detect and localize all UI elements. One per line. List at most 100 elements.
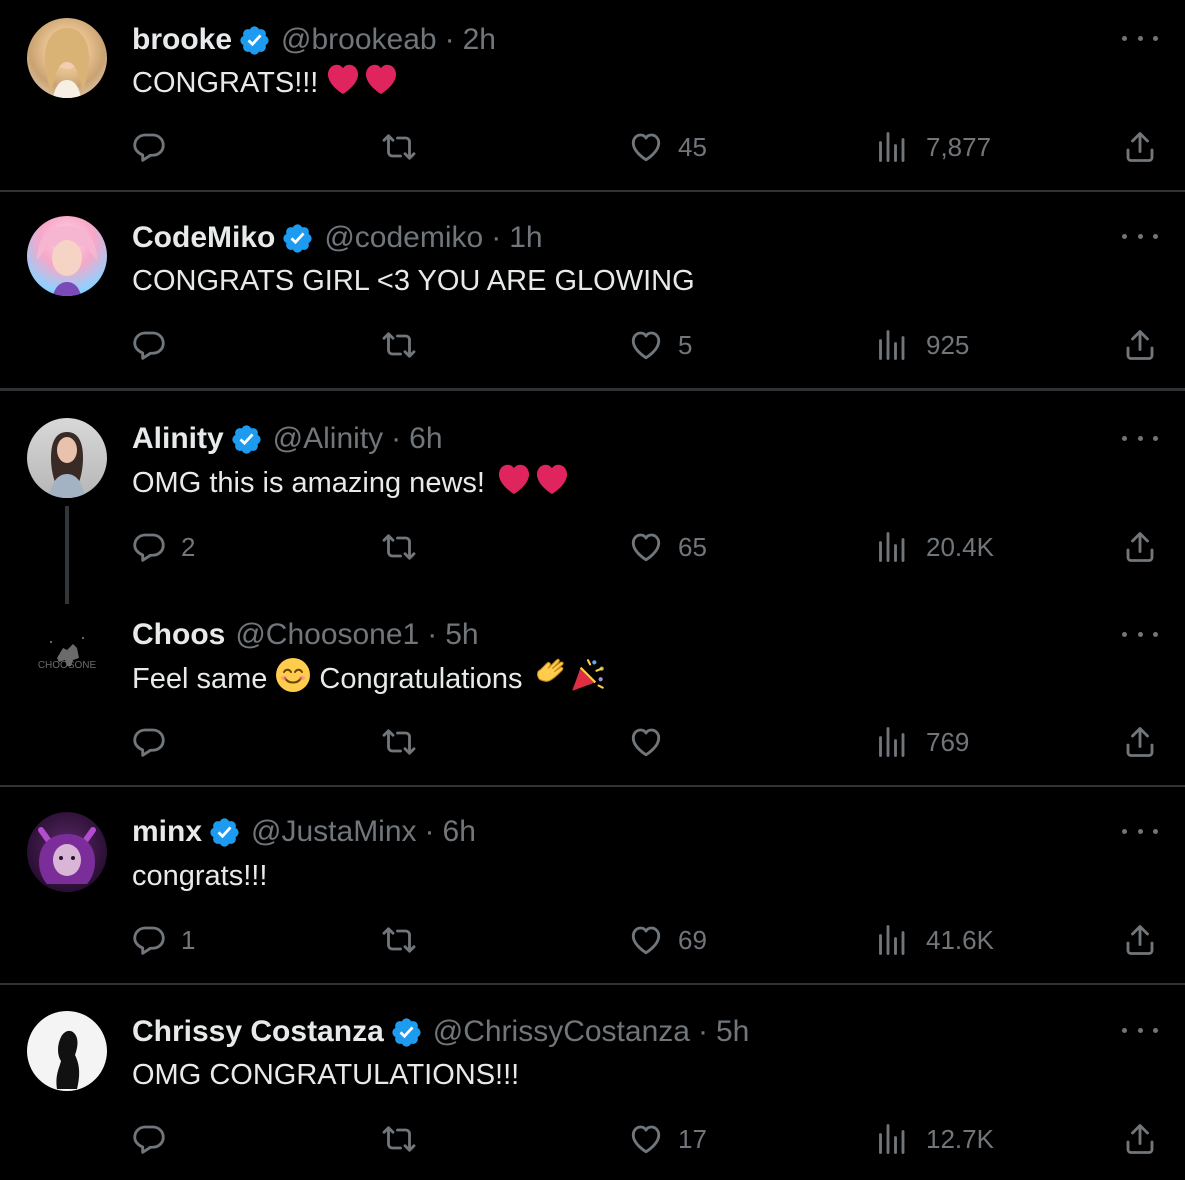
like-count: 17 bbox=[678, 1123, 707, 1154]
more-options-icon[interactable] bbox=[1122, 428, 1158, 448]
tweet-text: CONGRATS!!! bbox=[132, 63, 400, 103]
more-options-icon[interactable] bbox=[1122, 28, 1158, 48]
tweet-text: Feel same Congratulations bbox=[132, 656, 607, 702]
author-handle[interactable]: @codemiko bbox=[324, 221, 483, 255]
retweet-button[interactable] bbox=[381, 327, 417, 363]
views-count: 12.7K bbox=[926, 1123, 994, 1154]
tweet-header: CodeMiko @codemiko · 1h bbox=[132, 218, 543, 258]
more-options-icon[interactable] bbox=[1122, 624, 1158, 644]
timestamp[interactable]: 6h bbox=[409, 422, 442, 456]
avatar[interactable] bbox=[27, 812, 107, 892]
thread-line bbox=[65, 506, 69, 604]
author-handle[interactable]: @JustaMinx bbox=[251, 815, 417, 849]
timestamp[interactable]: 1h bbox=[509, 221, 542, 255]
author-name[interactable]: Alinity bbox=[132, 422, 224, 456]
reply-button[interactable] bbox=[131, 327, 167, 363]
author-handle[interactable]: @ChrissyCostanza bbox=[433, 1015, 690, 1049]
reply-icon bbox=[131, 529, 167, 565]
author-name[interactable]: CodeMiko bbox=[132, 221, 275, 255]
reply-button[interactable]: 1 bbox=[131, 922, 195, 958]
timestamp[interactable]: 5h bbox=[445, 618, 478, 652]
author-name[interactable]: minx bbox=[132, 815, 202, 849]
heart-icon bbox=[628, 922, 664, 958]
views-bar-chart-icon bbox=[876, 922, 912, 958]
verified-badge-icon bbox=[390, 1016, 423, 1049]
timestamp[interactable]: 5h bbox=[716, 1015, 749, 1049]
more-options-icon[interactable] bbox=[1122, 821, 1158, 841]
like-count: 5 bbox=[678, 329, 693, 360]
avatar[interactable] bbox=[27, 1011, 107, 1091]
views-count: 925 bbox=[926, 329, 970, 360]
views-button[interactable]: 925 bbox=[876, 327, 969, 363]
reply-icon bbox=[131, 327, 167, 363]
timestamp[interactable]: 2h bbox=[463, 23, 496, 57]
more-options-icon[interactable] bbox=[1122, 226, 1158, 246]
reply-button[interactable] bbox=[131, 1121, 167, 1157]
like-button[interactable]: 17 bbox=[628, 1121, 707, 1157]
tweet-alinity[interactable]: Alinity @Alinity · 6h OMG this is amazin… bbox=[0, 391, 1185, 604]
author-handle[interactable]: @brookeab bbox=[281, 23, 437, 57]
share-icon bbox=[1122, 724, 1158, 760]
tweet-chrissy-costanza[interactable]: Chrissy Costanza @ChrissyCostanza · 5h O… bbox=[0, 985, 1185, 1180]
views-count: 41.6K bbox=[926, 924, 994, 955]
views-button[interactable]: 12.7K bbox=[876, 1121, 994, 1157]
heart-icon bbox=[628, 529, 664, 565]
retweet-button[interactable] bbox=[381, 529, 417, 565]
tweet-header: brooke @brookeab · 2h bbox=[132, 20, 496, 60]
tweet-text-content: CONGRATS GIRL <3 YOU ARE GLOWING bbox=[132, 264, 695, 297]
share-icon bbox=[1122, 327, 1158, 363]
tweet-brooke[interactable]: brooke @brookeab · 2h CONGRATS!!! 45 7,8… bbox=[0, 0, 1185, 190]
retweet-button[interactable] bbox=[381, 129, 417, 165]
author-name[interactable]: Chrissy Costanza bbox=[132, 1015, 384, 1049]
share-button[interactable] bbox=[1122, 922, 1158, 958]
like-button[interactable]: 65 bbox=[628, 529, 707, 565]
tweet-codemiko[interactable]: CodeMiko @codemiko · 1h CONGRATS GIRL <3… bbox=[0, 192, 1185, 388]
share-button[interactable] bbox=[1122, 1121, 1158, 1157]
retweet-icon bbox=[381, 724, 417, 760]
share-button[interactable] bbox=[1122, 327, 1158, 363]
reply-button[interactable] bbox=[131, 724, 167, 760]
heart-icon bbox=[628, 1121, 664, 1157]
tweet-choos[interactable]: CHOOSONE Choos @Choosone1 · 5h Feel same… bbox=[0, 591, 1185, 785]
share-icon bbox=[1122, 529, 1158, 565]
reply-button[interactable]: 2 bbox=[131, 529, 195, 565]
like-button[interactable] bbox=[628, 724, 678, 760]
tweet-text-content: OMG this is amazing news! bbox=[132, 466, 485, 499]
author-name[interactable]: brooke bbox=[132, 23, 232, 57]
share-button[interactable] bbox=[1122, 129, 1158, 165]
tweet-minx[interactable]: minx @JustaMinx · 6h congrats!!! 1 69 41… bbox=[0, 787, 1185, 983]
share-button[interactable] bbox=[1122, 529, 1158, 565]
party-popper-emoji-icon bbox=[569, 656, 607, 702]
views-button[interactable]: 20.4K bbox=[876, 529, 994, 565]
like-button[interactable]: 45 bbox=[628, 129, 707, 165]
avatar[interactable] bbox=[27, 216, 107, 296]
author-name[interactable]: Choos bbox=[132, 618, 225, 652]
retweet-button[interactable] bbox=[381, 922, 417, 958]
tweet-text: OMG CONGRATULATIONS!!! bbox=[132, 1055, 519, 1095]
retweet-icon bbox=[381, 327, 417, 363]
avatar[interactable]: CHOOSONE bbox=[27, 614, 107, 694]
views-button[interactable]: 769 bbox=[876, 724, 969, 760]
retweet-icon bbox=[381, 1121, 417, 1157]
smiling-face-emoji-icon bbox=[275, 657, 311, 701]
more-options-icon[interactable] bbox=[1122, 1020, 1158, 1040]
retweet-button[interactable] bbox=[381, 1121, 417, 1157]
avatar[interactable] bbox=[27, 18, 107, 98]
share-icon bbox=[1122, 922, 1158, 958]
like-button[interactable]: 69 bbox=[628, 922, 707, 958]
views-button[interactable]: 41.6K bbox=[876, 922, 994, 958]
views-button[interactable]: 7,877 bbox=[876, 129, 991, 165]
separator-dot: · bbox=[391, 422, 402, 455]
views-count: 20.4K bbox=[926, 531, 994, 562]
like-button[interactable]: 5 bbox=[628, 327, 692, 363]
avatar[interactable] bbox=[27, 418, 107, 498]
timestamp[interactable]: 6h bbox=[443, 815, 476, 849]
retweet-button[interactable] bbox=[381, 724, 417, 760]
views-bar-chart-icon bbox=[876, 129, 912, 165]
reply-icon bbox=[131, 922, 167, 958]
reply-button[interactable] bbox=[131, 129, 167, 165]
share-button[interactable] bbox=[1122, 724, 1158, 760]
tweet-header: Chrissy Costanza @ChrissyCostanza · 5h bbox=[132, 1012, 749, 1052]
author-handle[interactable]: @Alinity bbox=[273, 422, 383, 456]
author-handle[interactable]: @Choosone1 bbox=[235, 618, 419, 652]
